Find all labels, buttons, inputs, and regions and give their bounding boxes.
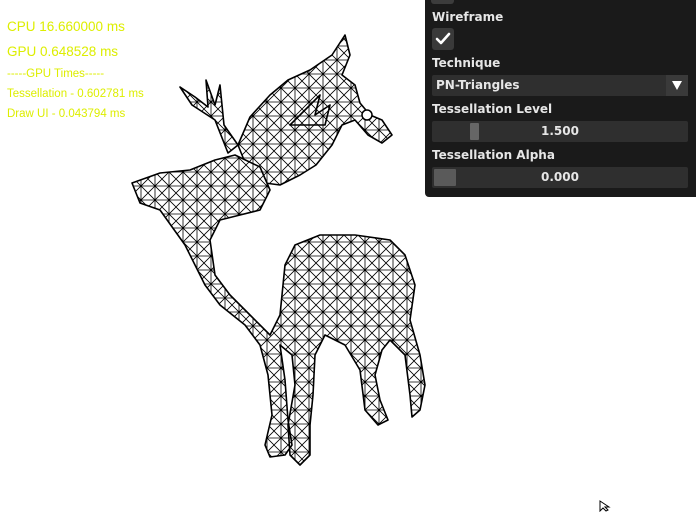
tessellation-level-slider[interactable]: 1.500 bbox=[432, 121, 688, 142]
check-icon bbox=[435, 32, 451, 45]
collapsed-control[interactable] bbox=[431, 0, 454, 4]
technique-dropdown[interactable]: PN-Triangles bbox=[432, 75, 688, 96]
tessellation-alpha-value: 0.000 bbox=[541, 170, 579, 184]
triangle-down-icon bbox=[672, 81, 682, 90]
tessellation-alpha-label: Tessellation Alpha bbox=[432, 148, 555, 162]
tessellation-level-label: Tessellation Level bbox=[432, 102, 553, 116]
tessellation-alpha-slider[interactable]: 0.000 bbox=[432, 167, 688, 188]
deer-wireframe-model bbox=[131, 34, 426, 466]
dropdown-arrow-button[interactable] bbox=[666, 75, 688, 96]
tessellation-level-value: 1.500 bbox=[541, 124, 579, 138]
settings-panel: Wireframe Technique PN-Triangles Tessell… bbox=[425, 0, 696, 197]
technique-label: Technique bbox=[432, 56, 501, 70]
wireframe-label: Wireframe bbox=[432, 10, 504, 24]
technique-value: PN-Triangles bbox=[436, 78, 520, 92]
wireframe-checkbox[interactable] bbox=[432, 28, 454, 50]
mouse-pointer-icon bbox=[599, 500, 611, 512]
